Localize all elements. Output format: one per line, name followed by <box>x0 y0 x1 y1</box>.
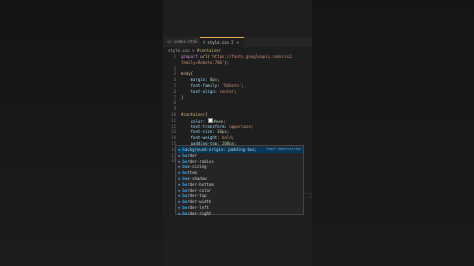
suggestion-label: rder-width <box>187 199 212 205</box>
code-line[interactable]: family=Roboto:700'); <box>181 60 229 66</box>
wrench-icon: ⚒ <box>178 147 181 152</box>
suggestion-label: ackground-origin: padding-box; <box>184 147 258 152</box>
suggestion-label: rder-top <box>187 193 207 199</box>
wrench-icon: ⚒ <box>178 158 181 164</box>
wrench-icon: ⚒ <box>178 187 181 193</box>
wrench-icon: ⚒ <box>178 152 181 158</box>
breadcrumb-file[interactable]: style.css <box>168 48 190 53</box>
wrench-icon: ⚒ <box>178 199 181 205</box>
tab-label: index.html <box>173 39 198 44</box>
tab-bar: <> index.html # style.css 2 × <box>163 37 312 47</box>
suggestion-widget[interactable]: ⚒ background-origin: padding-box; Emmet Ab… <box>175 145 304 217</box>
wrench-icon: ⚒ <box>178 170 181 176</box>
code-line[interactable]: } <box>181 95 183 101</box>
modified-count: 2 <box>231 40 234 45</box>
suggestion-label: rder <box>187 152 197 158</box>
wrench-icon: ⚒ <box>178 176 181 181</box>
suggestion-label: rder-bottom <box>187 181 214 187</box>
line-number: 1 <box>173 54 176 59</box>
suggestion-label: rder-right <box>187 210 212 216</box>
suggestion-label: ttom <box>187 170 197 176</box>
right-letterbox <box>312 0 474 266</box>
breadcrumb-symbol[interactable]: #container <box>197 48 221 53</box>
suggestion-label: rder-left <box>187 205 209 210</box>
wrench-icon: ⚒ <box>178 205 181 210</box>
css-file-icon: # <box>203 40 206 45</box>
suggestion-label: x-shadow <box>187 176 207 181</box>
left-letterbox <box>0 0 163 266</box>
tab-style-css[interactable]: # style.css 2 × <box>200 37 244 47</box>
suggestion-label: x-sizing <box>187 164 207 170</box>
breadcrumb: style.css > #container <box>168 47 221 54</box>
close-icon[interactable]: × <box>237 40 239 45</box>
tab-index-html[interactable]: <> index.html <box>167 37 200 47</box>
code-line[interactable]: text-align: center; <box>181 89 237 95</box>
html-file-icon: <> <box>167 39 172 44</box>
suggestion-label: rder-color <box>187 187 212 193</box>
wrench-icon: ⚒ <box>178 181 181 187</box>
wrench-icon: ⚒ <box>178 193 181 199</box>
tab-label: style.css <box>207 40 230 45</box>
wrench-icon: ⚒ <box>178 164 181 170</box>
suggestion-item[interactable]: ⚒ border-right <box>178 211 303 217</box>
suggestion-label: rder-radius <box>187 158 214 164</box>
wrench-icon: ⚒ <box>178 210 181 216</box>
code-editor[interactable]: <> index.html # style.css 2 × style.css > #c… <box>163 0 312 266</box>
breadcrumb-separator: > <box>192 48 195 53</box>
